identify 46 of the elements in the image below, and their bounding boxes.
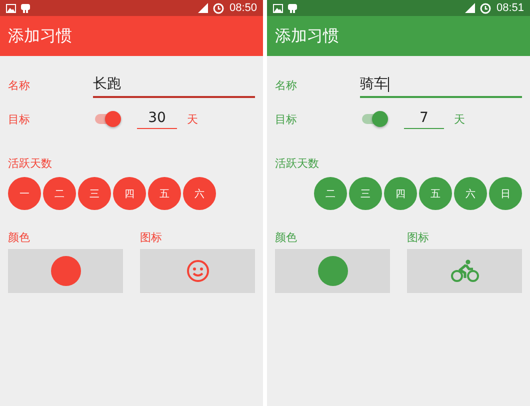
signal-icon bbox=[198, 3, 208, 13]
days-unit: 天 bbox=[454, 112, 465, 126]
day-toggle[interactable]: 五 bbox=[148, 177, 181, 210]
day-toggle[interactable]: 二 bbox=[43, 177, 76, 210]
name-field[interactable]: 骑车 bbox=[360, 72, 522, 98]
image-icon bbox=[6, 4, 16, 12]
app-title: 添加习惯 bbox=[8, 26, 72, 46]
goal-switch[interactable] bbox=[362, 114, 386, 124]
active-days-label: 活跃天数 bbox=[8, 156, 53, 171]
cyclist-icon bbox=[450, 259, 480, 283]
name-label: 名称 bbox=[275, 78, 298, 92]
goal-label: 目标 bbox=[8, 112, 31, 126]
icon-picker[interactable] bbox=[140, 249, 255, 293]
status-time: 08:50 bbox=[229, 2, 257, 14]
goal-days-field[interactable]: 30 bbox=[137, 110, 177, 128]
color-picker[interactable] bbox=[275, 249, 390, 293]
signal-icon bbox=[465, 3, 476, 13]
day-toggle[interactable]: 一 bbox=[8, 177, 41, 210]
day-toggle[interactable]: 五 bbox=[419, 177, 452, 210]
name-label: 名称 bbox=[8, 78, 31, 92]
days-unit: 天 bbox=[187, 112, 198, 126]
icon-label: 图标 bbox=[140, 230, 163, 245]
day-toggle[interactable]: 六 bbox=[183, 177, 216, 210]
day-toggle[interactable]: 二 bbox=[314, 177, 347, 210]
day-toggle[interactable]: 四 bbox=[384, 177, 417, 210]
smiley-icon bbox=[186, 259, 210, 283]
day-toggle[interactable]: 三 bbox=[78, 177, 111, 210]
day-toggle[interactable]: 三 bbox=[349, 177, 382, 210]
color-label: 颜色 bbox=[8, 230, 31, 245]
day-toggle[interactable]: 日 bbox=[489, 177, 522, 210]
goal-switch[interactable] bbox=[95, 114, 119, 124]
app-title: 添加习惯 bbox=[275, 26, 339, 46]
day-toggle[interactable]: 六 bbox=[454, 177, 487, 210]
alarm-icon bbox=[213, 2, 224, 14]
goal-days-field[interactable]: 7 bbox=[404, 110, 444, 128]
color-label: 颜色 bbox=[275, 230, 298, 245]
active-days-label: 活跃天数 bbox=[275, 156, 320, 171]
alarm-icon bbox=[480, 2, 492, 14]
day-toggle[interactable]: 四 bbox=[113, 177, 146, 210]
status-time: 08:51 bbox=[496, 2, 524, 14]
goal-label: 目标 bbox=[275, 112, 298, 126]
color-picker[interactable] bbox=[8, 249, 123, 293]
icon-label: 图标 bbox=[407, 230, 430, 245]
image-icon bbox=[273, 4, 283, 12]
name-field[interactable]: 长跑 bbox=[93, 72, 255, 98]
icon-picker[interactable] bbox=[407, 249, 522, 293]
